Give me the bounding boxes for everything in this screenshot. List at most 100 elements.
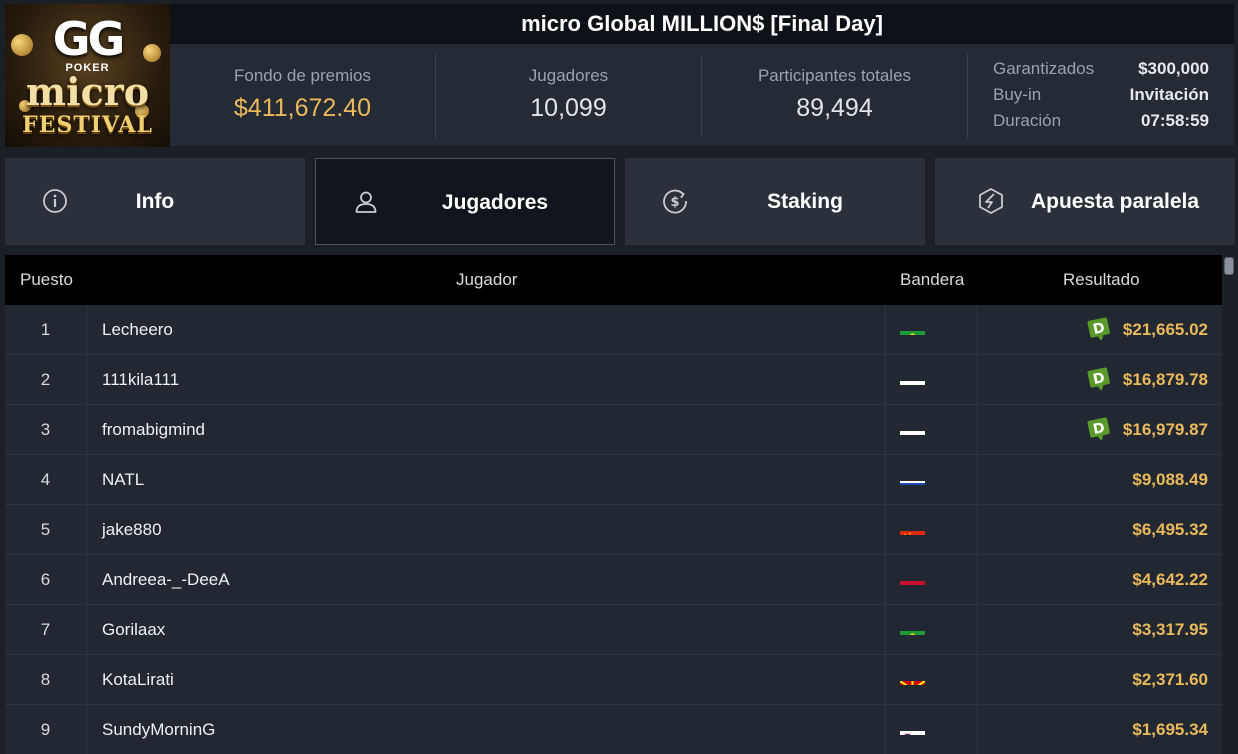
result-value: $4,642.22 (1132, 570, 1208, 589)
entrants-label: Participantes totales (757, 66, 912, 85)
flag-cell (885, 605, 978, 654)
header-flag[interactable]: Bandera (900, 255, 964, 305)
table-row[interactable]: 7 Gorilaax $3,317.95 (5, 605, 1222, 655)
players-label: Jugadores (528, 66, 609, 85)
player-name[interactable]: Lecheero (102, 305, 173, 354)
guaranteed-value: $300,000 (1138, 59, 1209, 78)
tab-info-label: Info (135, 190, 175, 213)
buyin-row: Buy-in Invitación (993, 82, 1209, 108)
guaranteed-label: Garantizados (993, 59, 1095, 78)
column-divider (86, 605, 87, 654)
duration-label: Duración (993, 111, 1062, 130)
logo-micro-text: micro (25, 69, 150, 114)
prize-pool-value: $411,672.40 (233, 94, 372, 122)
rank-cell: 4 (40, 470, 51, 489)
player-name[interactable]: SundyMorninG (102, 705, 215, 754)
d-badge-icon: D (1087, 317, 1110, 341)
table-row[interactable]: 4 NATL $9,088.49 (5, 455, 1222, 505)
column-divider (86, 305, 87, 354)
israel-flag-icon (900, 468, 925, 485)
column-divider (86, 655, 87, 704)
result-value: $16,979.87 (1122, 420, 1208, 439)
flag-cell (885, 505, 978, 554)
column-divider (86, 455, 87, 504)
rank-cell: 7 (40, 620, 51, 639)
player-name[interactable]: jake880 (102, 505, 162, 554)
table-scrollbar[interactable] (1222, 255, 1236, 754)
tab-side-bet-label: Apuesta paralela (1030, 190, 1200, 213)
tab-info[interactable]: Info (5, 158, 305, 245)
scrollbar-thumb[interactable] (1224, 257, 1234, 275)
rank-cell: 8 (40, 670, 51, 689)
result-value: $9,088.49 (1132, 470, 1208, 489)
result-value: $2,371.60 (1132, 670, 1208, 689)
entrants-value: 89,494 (796, 94, 873, 122)
tab-staking-label: Staking (767, 190, 843, 213)
result-value: $21,665.02 (1122, 320, 1208, 339)
players-value: 10,099 (530, 94, 607, 122)
prize-pool-stat: Fondo de premios $411,672.40 (170, 44, 435, 146)
result-value: $1,695.34 (1132, 720, 1208, 739)
header-result[interactable]: Resultado (1063, 255, 1140, 305)
stat-divider (967, 54, 968, 138)
result-value: $16,879.78 (1122, 370, 1208, 389)
brazil-flag-icon (900, 618, 925, 635)
rank-cell: 5 (40, 520, 51, 539)
player-name[interactable]: Andreea-_-DeeA (102, 555, 230, 604)
table-row[interactable]: 9 SundyMorninG $1,695.34 (5, 705, 1222, 754)
rank-cell: 1 (40, 320, 51, 339)
guaranteed-row: Garantizados $300,000 (993, 56, 1209, 82)
table-header: Puesto Jugador Bandera Resultado (5, 255, 1222, 305)
table-row[interactable]: 2 111kila111 D $16,879.78 (5, 355, 1222, 405)
duration-value: 07:58:59 (1140, 111, 1209, 130)
flag-cell (885, 705, 978, 754)
flag-cell (885, 405, 978, 454)
north-macedonia-flag-icon (900, 668, 925, 685)
austria-flag-icon (900, 568, 925, 585)
slovenia-flag-icon (900, 718, 925, 735)
players-stat: Jugadores 10,099 (436, 44, 701, 146)
player-name[interactable]: 111kila111 (102, 355, 179, 404)
flag-cell (885, 455, 978, 504)
result-value: $3,317.95 (1132, 620, 1208, 639)
tab-staking[interactable]: $ Staking (625, 158, 925, 245)
russia-flag-icon (900, 418, 925, 435)
russia-flag-icon (900, 368, 925, 385)
result-value: $6,495.32 (1132, 520, 1208, 539)
header-rank[interactable]: Puesto (20, 255, 73, 305)
rank-cell: 6 (40, 570, 51, 589)
rank-cell: 9 (40, 720, 51, 739)
table-row[interactable]: 8 KotaLirati $2,371.60 (5, 655, 1222, 705)
buyin-value: Invitación (1129, 85, 1209, 104)
tab-players[interactable]: Jugadores (315, 158, 615, 245)
table-row[interactable]: 3 fromabigmind D $16,979.87 (5, 405, 1222, 455)
header-player[interactable]: Jugador (456, 255, 517, 305)
column-divider (86, 555, 87, 604)
player-name[interactable]: KotaLirati (102, 655, 174, 704)
column-divider (86, 705, 87, 754)
players-table: Puesto Jugador Bandera Resultado 1 Leche… (5, 255, 1222, 754)
logo-gg-text: GG (52, 12, 125, 66)
table-row[interactable]: 6 Andreea-_-DeeA $4,642.22 (5, 555, 1222, 605)
flag-cell (885, 655, 978, 704)
flag-cell (885, 555, 978, 604)
tournament-details: Garantizados $300,000 Buy-in Invitación … (993, 56, 1209, 134)
flag-cell (885, 305, 978, 354)
player-name[interactable]: NATL (102, 455, 144, 504)
china-flag-icon (900, 518, 925, 535)
duration-row: Duración 07:58:59 (993, 108, 1209, 134)
rank-cell: 2 (40, 370, 51, 389)
table-row[interactable]: 1 Lecheero D $21,665.02 (5, 305, 1222, 355)
column-divider (86, 505, 87, 554)
prize-pool-label: Fondo de premios (233, 66, 372, 85)
table-row[interactable]: 5 jake880 $6,495.32 (5, 505, 1222, 555)
column-divider (86, 405, 87, 454)
player-name[interactable]: Gorilaax (102, 605, 165, 654)
column-divider (86, 355, 87, 404)
rank-cell: 3 (40, 420, 51, 439)
entrants-stat: Participantes totales 89,494 (702, 44, 967, 146)
tab-side-bet[interactable]: Apuesta paralela (935, 158, 1235, 245)
gg-micro-festival-logo: GG POKER micro FESTIVAL (5, 4, 170, 147)
d-badge-icon: D (1087, 367, 1110, 391)
player-name[interactable]: fromabigmind (102, 405, 205, 454)
